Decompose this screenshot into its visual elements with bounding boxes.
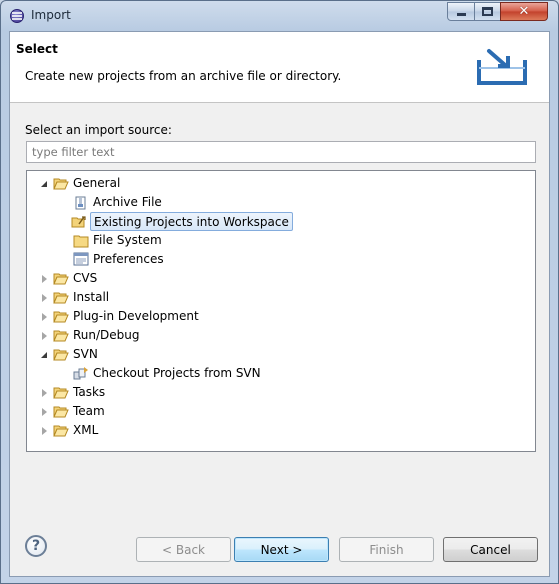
next-button[interactable]: Next > xyxy=(234,537,329,562)
expand-toggle[interactable] xyxy=(39,179,49,189)
finish-button[interactable]: Finish xyxy=(339,537,434,562)
page-title: Select xyxy=(16,42,58,56)
tree-item-label: Preferences xyxy=(93,252,164,266)
maximize-icon xyxy=(482,7,493,16)
preferences-icon xyxy=(73,252,89,266)
page-description: Create new projects from an archive file… xyxy=(25,69,342,83)
tree-item-label: CVS xyxy=(73,271,98,285)
tree-item-team[interactable]: Team xyxy=(27,402,535,421)
expand-toggle[interactable] xyxy=(39,331,49,341)
folder-open-icon xyxy=(53,178,69,190)
close-icon: ✕ xyxy=(518,4,530,19)
close-button[interactable]: ✕ xyxy=(500,2,548,21)
expand-toggle[interactable] xyxy=(39,312,49,322)
tree-item-label: Team xyxy=(73,404,105,418)
back-button[interactable]: < Back xyxy=(136,537,231,562)
folder-icon xyxy=(53,311,69,323)
expand-toggle[interactable] xyxy=(39,350,49,360)
tree-item-label: Checkout Projects from SVN xyxy=(93,366,261,380)
minimize-icon xyxy=(456,13,466,16)
import-source-tree[interactable]: General Archive File Existing Projects i… xyxy=(26,170,536,452)
svn-checkout-icon xyxy=(73,367,88,380)
minimize-button[interactable] xyxy=(447,2,475,21)
import-dialog-window: Import ✕ Select Create new projects from… xyxy=(0,0,559,584)
folder-open-icon xyxy=(53,349,69,361)
import-wizard-icon xyxy=(477,49,527,85)
tree-item-run-debug[interactable]: Run/Debug xyxy=(27,326,535,345)
tree-item-archive-file[interactable]: Archive File xyxy=(27,193,535,212)
tree-item-tasks[interactable]: Tasks xyxy=(27,383,535,402)
wizard-banner: Select Create new projects from an archi… xyxy=(10,32,549,103)
tree-item-label: Plug-in Development xyxy=(73,309,199,323)
maximize-button[interactable] xyxy=(474,2,501,21)
tree-item-install[interactable]: Install xyxy=(27,288,535,307)
tree-item-label: Tasks xyxy=(73,385,106,399)
import-source-label: Select an import source: xyxy=(25,123,172,137)
expand-toggle[interactable] xyxy=(39,407,49,417)
folder-icon xyxy=(53,273,69,285)
tree-item-existing-projects[interactable]: Existing Projects into Workspace xyxy=(27,212,535,231)
tree-item-label: Run/Debug xyxy=(73,328,140,342)
folder-icon xyxy=(53,406,69,418)
tree-item-general[interactable]: General xyxy=(27,174,535,193)
help-button[interactable]: ? xyxy=(25,535,47,557)
cancel-button[interactable]: Cancel xyxy=(443,537,538,562)
tree-item-label: Archive File xyxy=(93,195,162,209)
expand-toggle[interactable] xyxy=(39,388,49,398)
folder-icon xyxy=(53,330,69,342)
folder-icon xyxy=(53,292,69,304)
tree-item-svn-checkout[interactable]: Checkout Projects from SVN xyxy=(27,364,535,383)
window-title: Import xyxy=(31,8,71,22)
expand-toggle[interactable] xyxy=(39,293,49,303)
tree-item-label: General xyxy=(73,176,121,190)
tree-item-xml[interactable]: XML xyxy=(27,421,535,440)
archive-file-icon xyxy=(75,196,86,210)
folder-icon xyxy=(53,387,69,399)
title-bar[interactable]: Import ✕ xyxy=(1,1,558,31)
tree-item-file-system[interactable]: File System xyxy=(27,231,535,250)
tree-item-cvs[interactable]: CVS xyxy=(27,269,535,288)
expand-toggle[interactable] xyxy=(39,426,49,436)
tree-item-preferences[interactable]: Preferences xyxy=(27,250,535,269)
eclipse-app-icon xyxy=(10,9,24,23)
tree-item-label: File System xyxy=(93,233,162,247)
dialog-client-area: Select Create new projects from an archi… xyxy=(9,31,550,577)
tree-item-label: XML xyxy=(73,423,99,437)
folder-icon xyxy=(53,425,69,437)
tree-item-svn[interactable]: SVN xyxy=(27,345,535,364)
existing-projects-icon xyxy=(71,216,86,228)
filter-input[interactable] xyxy=(26,141,536,163)
tree-item-label: SVN xyxy=(73,347,98,361)
tree-item-plugin-development[interactable]: Plug-in Development xyxy=(27,307,535,326)
tree-item-label: Install xyxy=(73,290,110,304)
folder-icon xyxy=(73,235,89,248)
help-icon: ? xyxy=(31,538,41,554)
expand-toggle[interactable] xyxy=(39,274,49,284)
tree-item-label: Existing Projects into Workspace xyxy=(90,212,293,231)
